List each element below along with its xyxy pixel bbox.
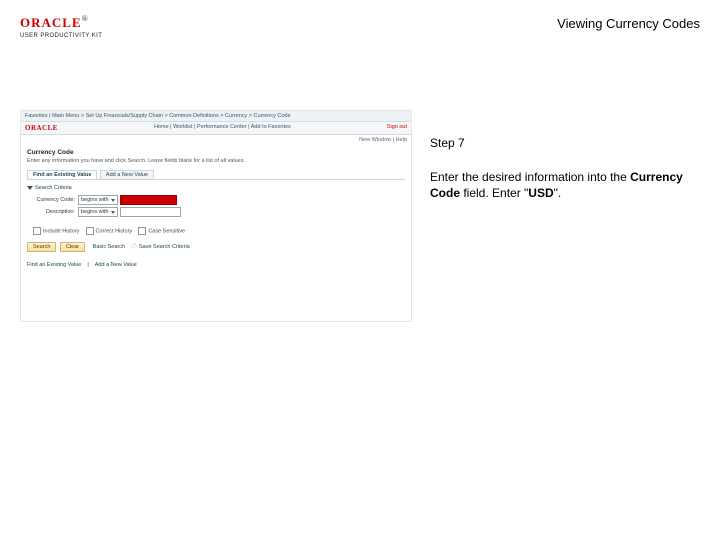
basic-search-link[interactable]: Basic Search: [93, 244, 125, 250]
search-button[interactable]: Search: [27, 242, 56, 252]
tab-find-existing[interactable]: Find an Existing Value: [27, 170, 97, 179]
footer-find-existing[interactable]: Find an Existing Value: [27, 262, 81, 268]
step-label: Step 7: [430, 135, 690, 151]
signout-link[interactable]: Sign out: [387, 124, 407, 130]
checkbox-row: Include History Correct History Case Sen…: [21, 224, 411, 238]
footer-links: Find an Existing Value|Add a New Value: [27, 262, 405, 268]
op-currency-code[interactable]: begins with: [78, 195, 118, 205]
clear-button[interactable]: Clear: [60, 242, 85, 252]
op-description[interactable]: begins with: [78, 207, 118, 217]
section-hint: Enter any information you have and click…: [21, 158, 411, 168]
triangle-down-icon: [27, 186, 33, 190]
instruction-body: Enter the desired information into the C…: [430, 169, 690, 201]
currency-code-input[interactable]: [120, 195, 177, 205]
label-currency-code: Currency Code:: [27, 197, 78, 203]
instruction-pane: Step 7 Enter the desired information int…: [430, 135, 690, 202]
chk-correct-history[interactable]: [86, 227, 94, 235]
chevron-down-icon: [111, 211, 115, 214]
mini-oracle-logo: ORACLE: [25, 124, 58, 132]
page-title: Viewing Currency Codes: [557, 16, 700, 31]
breadcrumb: Favorites | Main Menu > Set Up Financial…: [21, 111, 411, 122]
tab-strip: Find an Existing Value Add a New Value: [27, 170, 405, 180]
chevron-down-icon: [111, 199, 115, 202]
label-description: Description:: [27, 209, 78, 215]
tab-add-new[interactable]: Add a New Value: [100, 170, 154, 179]
aux-links: New Window | Help: [21, 135, 411, 145]
chk-case-sensitive[interactable]: [138, 227, 146, 235]
chk-include-history[interactable]: [33, 227, 41, 235]
save-criteria-link[interactable]: 📄 Save Search Criteria: [131, 244, 190, 250]
subnav-links: Home | Worklist | Performance Center | A…: [58, 124, 387, 132]
section-title: Currency Code: [21, 145, 411, 158]
app-screenshot: Favorites | Main Menu > Set Up Financial…: [20, 110, 412, 322]
description-input[interactable]: [120, 207, 181, 217]
footer-add-new[interactable]: Add a New Value: [95, 262, 137, 268]
product-subtitle: USER PRODUCTIVITY KIT: [20, 33, 700, 39]
search-criteria-heading: Search Criteria: [27, 185, 405, 191]
